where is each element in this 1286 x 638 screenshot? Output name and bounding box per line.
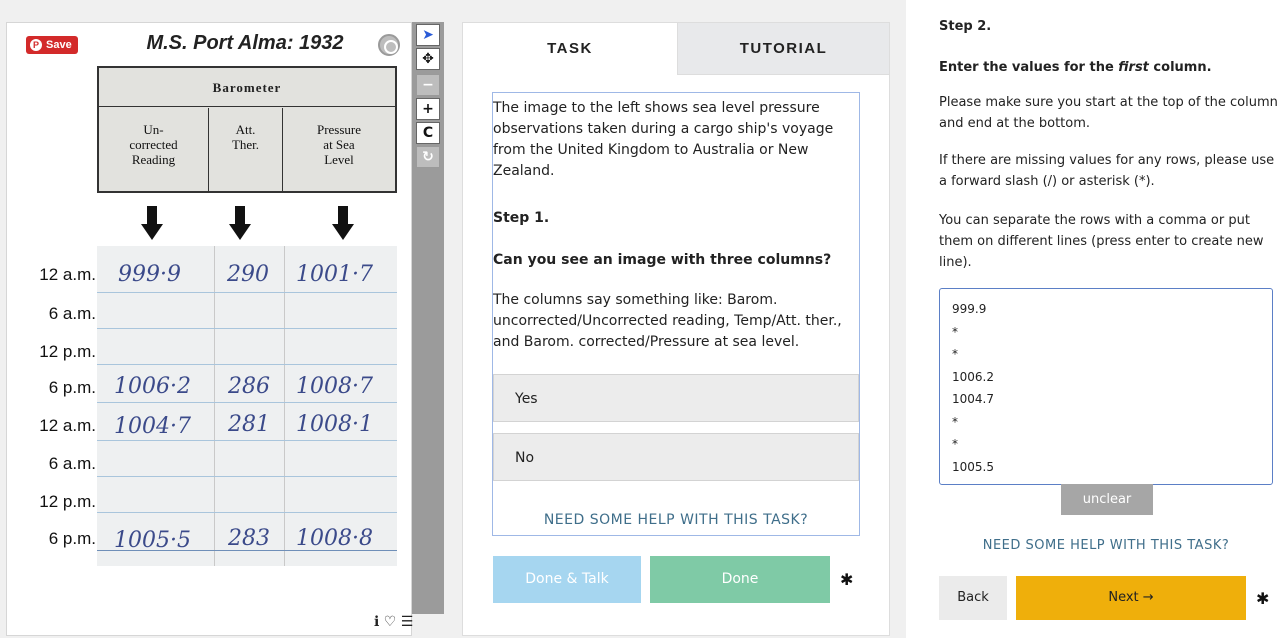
done-button[interactable]: Done bbox=[650, 556, 830, 603]
handwritten-value: 1001·7 bbox=[296, 262, 373, 287]
handwritten-value: 290 bbox=[227, 262, 269, 287]
logbook-sheet bbox=[97, 246, 397, 566]
row-label: 6 p.m. bbox=[48, 378, 96, 397]
handwritten-value: 1006·2 bbox=[114, 374, 191, 399]
zoom-in-icon[interactable]: + bbox=[416, 98, 440, 120]
logbook-title: M.S. Port Alma: 1932 bbox=[146, 32, 344, 54]
handwritten-value: 1004·7 bbox=[114, 414, 191, 439]
column-header-uncorrected: Un- corrected Reading bbox=[99, 108, 209, 191]
move-tool-icon[interactable]: ✥ bbox=[416, 48, 440, 70]
down-arrow-icon bbox=[229, 206, 251, 244]
handwritten-value: 283 bbox=[228, 526, 270, 551]
step2-paragraph: You can separate the rows with a comma o… bbox=[939, 213, 1264, 270]
step2-instruction: Enter the values for the first column. bbox=[939, 60, 1212, 75]
answer-yes-button[interactable]: Yes bbox=[493, 374, 859, 422]
tab-task[interactable]: TASK bbox=[463, 23, 677, 75]
task-intro: The image to the left shows sea level pr… bbox=[493, 100, 834, 179]
select-tool-icon[interactable]: ➤ bbox=[416, 24, 440, 46]
row-label: 6 a.m. bbox=[48, 304, 96, 323]
tab-tutorial[interactable]: TUTORIAL bbox=[677, 23, 889, 75]
step-label: Step 1. bbox=[493, 210, 550, 226]
step2-label: Step 2. bbox=[939, 19, 992, 34]
handwritten-value: 286 bbox=[228, 374, 270, 399]
row-label: 12 p.m. bbox=[39, 342, 96, 361]
down-arrow-icon bbox=[332, 206, 354, 244]
unclear-button[interactable]: unclear bbox=[1061, 484, 1153, 515]
row-label: 12 a.m. bbox=[39, 265, 96, 284]
handwritten-value: 1008·8 bbox=[296, 526, 373, 551]
collections-icon[interactable]: ☰ bbox=[401, 614, 414, 630]
help-link[interactable]: NEED SOME HELP WITH THIS TASK? bbox=[493, 512, 859, 528]
pinterest-icon: P bbox=[30, 39, 42, 51]
help-link[interactable]: NEED SOME HELP WITH THIS TASK? bbox=[939, 538, 1273, 553]
subject-actions: ℹ ♡ ☰ bbox=[374, 614, 414, 634]
heart-icon[interactable]: ♡ bbox=[384, 614, 397, 630]
handwritten-value: 1008·1 bbox=[296, 412, 373, 437]
task-hint: The columns say something like: Barom. u… bbox=[493, 292, 842, 350]
row-label: 6 p.m. bbox=[48, 529, 96, 548]
answer-no-button[interactable]: No bbox=[493, 433, 859, 481]
step2-paragraph: If there are missing values for any rows… bbox=[939, 153, 1275, 189]
barometer-heading: Barometer bbox=[99, 68, 395, 107]
handwritten-value: 999·9 bbox=[118, 262, 181, 287]
handwritten-value: 281 bbox=[228, 412, 270, 437]
column-header-pressure: Pressure at Sea Level bbox=[316, 122, 362, 167]
row-label: 12 p.m. bbox=[39, 492, 96, 511]
next-button[interactable]: Next → bbox=[1016, 576, 1246, 620]
gear-icon[interactable]: ✱ bbox=[840, 570, 853, 589]
barometer-header-box: Barometer Un- corrected Reading Att. The… bbox=[97, 66, 397, 193]
rotate-icon[interactable]: C bbox=[416, 122, 440, 144]
fit-image-icon[interactable] bbox=[378, 34, 400, 56]
info-icon[interactable]: ℹ bbox=[374, 614, 379, 630]
task-question: Can you see an image with three columns? bbox=[493, 252, 832, 268]
row-label: 6 a.m. bbox=[48, 454, 96, 473]
handwritten-value: 1005·5 bbox=[114, 528, 191, 553]
reset-icon[interactable]: ↻ bbox=[416, 146, 440, 168]
column-header-att-ther: Att. Ther. bbox=[209, 108, 283, 191]
values-textarea[interactable]: 999.9 * * 1006.2 1004.7 * * 1005.5 bbox=[939, 288, 1273, 485]
gear-icon[interactable]: ✱ bbox=[1256, 589, 1269, 608]
pinterest-save-button[interactable]: P Save bbox=[26, 36, 78, 54]
back-button[interactable]: Back bbox=[939, 576, 1007, 620]
done-and-talk-button[interactable]: Done & Talk bbox=[493, 556, 641, 603]
handwritten-value: 1008·7 bbox=[296, 374, 373, 399]
down-arrow-icon bbox=[141, 206, 163, 244]
step2-paragraph: Please make sure you start at the top of… bbox=[939, 95, 1278, 131]
row-label: 12 a.m. bbox=[39, 416, 96, 435]
zoom-out-icon[interactable]: − bbox=[416, 74, 440, 96]
